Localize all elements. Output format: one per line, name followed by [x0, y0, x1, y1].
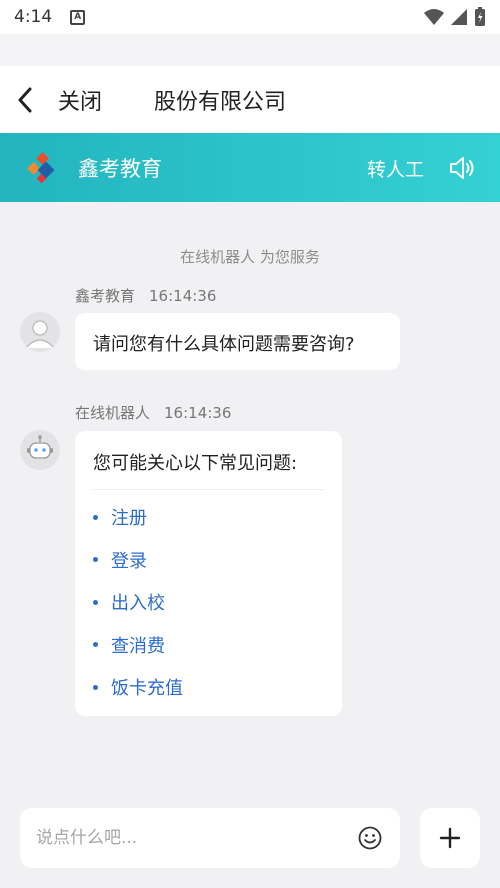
add-attachment-button[interactable]: [420, 808, 480, 868]
faq-option-register[interactable]: 注册: [93, 496, 324, 539]
sender-name: 鑫考教育: [75, 287, 136, 305]
brand-name: 鑫考教育: [78, 156, 162, 181]
message-meta: 鑫考教育 16:14:36: [75, 285, 216, 306]
faq-list: 注册 登录 出入校 查消费 饭卡充值: [93, 496, 324, 709]
sender-name: 在线机器人: [75, 404, 151, 422]
message-bubble: 您可能关心以下常见问题: 注册 登录 出入校 查消费 饭卡充值: [75, 431, 342, 716]
input-bar: [20, 808, 400, 868]
bullet-icon: [93, 557, 98, 563]
message-text: 请问您有什么具体问题需要咨询?: [93, 334, 355, 355]
wifi-icon: [424, 9, 444, 25]
speaker-icon[interactable]: [448, 154, 476, 182]
back-button[interactable]: [0, 66, 50, 133]
faq-option-meal-card-topup[interactable]: 饭卡充值: [93, 666, 324, 709]
faq-option-check-spending[interactable]: 查消费: [93, 624, 324, 667]
bullet-icon: [93, 514, 98, 520]
close-button[interactable]: 关闭: [58, 84, 102, 116]
chat-header: 鑫考教育 转人工: [0, 133, 500, 202]
message-text: 您可能关心以下常见问题:: [93, 449, 324, 490]
signal-icon: [451, 9, 467, 25]
app-top-spacer: [0, 34, 500, 66]
plus-icon: [439, 827, 461, 849]
robot-avatar-icon: [20, 430, 60, 470]
chevron-left-icon: [18, 87, 32, 112]
faq-option-login[interactable]: 登录: [93, 539, 324, 582]
avatar: [20, 312, 60, 352]
bullet-icon: [93, 684, 98, 690]
service-note: 在线机器人 为您服务: [180, 248, 320, 266]
transfer-to-human-button[interactable]: 转人工: [367, 155, 424, 182]
status-icons: [424, 7, 486, 27]
bullet-icon: [93, 642, 98, 648]
message-meta: 在线机器人 16:14:36: [75, 402, 231, 423]
page-title: 股份有限公司: [154, 89, 287, 115]
a-letter-icon: A: [70, 9, 86, 25]
nav-bar: 关闭 股份有限公司: [0, 66, 500, 133]
faq-option-label: 出入校: [111, 593, 165, 615]
avatar: [20, 430, 60, 470]
user-avatar-icon: [20, 312, 60, 352]
faq-option-campus-access[interactable]: 出入校: [93, 581, 324, 624]
faq-option-label: 饭卡充值: [111, 678, 183, 700]
battery-icon: [475, 7, 485, 26]
message-input[interactable]: [36, 808, 346, 868]
emoji-icon[interactable]: [358, 826, 382, 850]
faq-option-label: 登录: [111, 550, 147, 572]
bullet-icon: [93, 599, 98, 605]
message-time: 16:14:36: [164, 404, 232, 422]
faq-option-label: 注册: [111, 508, 147, 530]
status-bar: 4:14 A: [0, 0, 500, 34]
chat-area: 在线机器人 为您服务 鑫考教育 16:14:36 请问您有什么具体问题需要咨询? …: [0, 202, 500, 802]
faq-option-label: 查消费: [111, 635, 165, 657]
brand-logo-icon: [27, 151, 55, 183]
message-bubble: 请问您有什么具体问题需要咨询?: [75, 313, 400, 370]
status-time: 4:14: [14, 7, 53, 27]
message-time: 16:14:36: [149, 287, 217, 305]
